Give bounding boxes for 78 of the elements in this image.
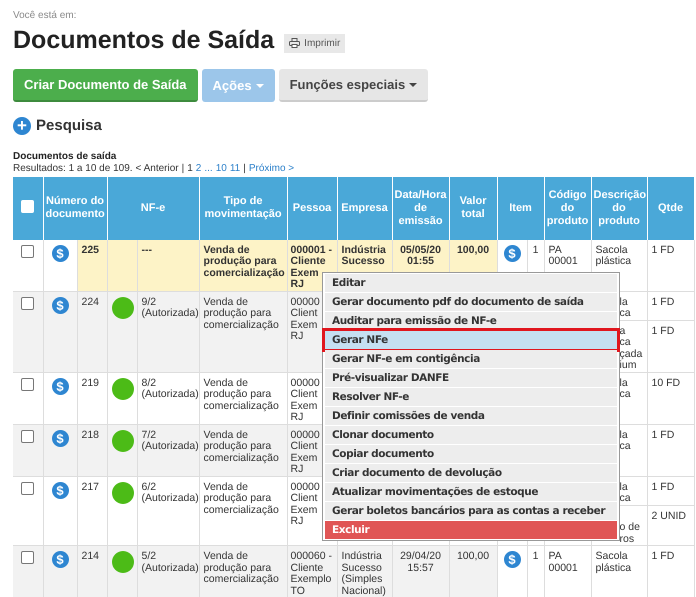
company: Indústria Sucesso (Simples Nacional) — [337, 546, 392, 597]
menu-item[interactable]: Editar — [325, 274, 617, 292]
printer-icon — [289, 38, 300, 48]
page-link[interactable]: 2 — [196, 162, 202, 174]
menu-item[interactable]: Definir comissões de venda — [325, 407, 617, 425]
dollar-icon[interactable]: $ — [52, 430, 68, 446]
product-description: Sacola plástica — [591, 546, 648, 597]
dollar-icon[interactable]: $ — [504, 244, 521, 262]
results-count: Resultados: 1 a 10 de 109. — [13, 162, 133, 174]
row-checkbox[interactable] — [21, 430, 34, 442]
quantity: 1 FD — [647, 424, 694, 476]
total-value: 100,00 — [449, 546, 498, 597]
separator: | — [243, 162, 246, 174]
menu-item[interactable]: Criar documento de devolução — [325, 464, 617, 482]
caret-icon — [256, 84, 264, 88]
menu-item[interactable]: Auditar para emissão de NF-e — [325, 312, 617, 330]
menu-item[interactable]: Copiar documento — [325, 445, 617, 463]
customer: 000060 - Cliente Exemplo TO — [287, 546, 338, 597]
page-link[interactable]: 10 — [216, 162, 227, 174]
document-number: 224 — [77, 291, 108, 372]
nfe-status: 7/2 (Autorizada) — [137, 424, 200, 476]
dollar-icon[interactable]: $ — [52, 378, 68, 394]
quantity: 2 UNID — [647, 505, 694, 546]
action-button[interactable]: Criar Documento de Saída — [13, 69, 198, 102]
movement-type: Venda de produção para comercialização — [199, 291, 288, 372]
page-title: Documentos de Saída — [13, 25, 274, 55]
document-number: 218 — [77, 424, 108, 476]
nfe-status: 9/2 (Autorizada) — [137, 291, 200, 372]
product-code: PA 00001 — [544, 546, 592, 597]
item-number: 1 — [527, 546, 544, 597]
page-link[interactable]: 11 — [230, 162, 240, 174]
next-link[interactable]: Próximo > — [248, 162, 294, 174]
dollar-icon[interactable]: $ — [52, 296, 68, 314]
quantity: 1 FD — [647, 291, 694, 320]
action-button[interactable]: Funções especiais — [278, 69, 428, 102]
quantity: 1 FD — [647, 240, 694, 291]
quantity: 1 FD — [647, 320, 694, 372]
document-number: 225 — [77, 240, 108, 291]
menu-item[interactable]: Pré-visualizar DANFE — [325, 369, 617, 387]
separator: | — [182, 162, 184, 174]
section-title: Documentos de saída — [13, 150, 118, 162]
issue-date: 29/04/20 15:57 — [392, 546, 450, 597]
document-number: 219 — [77, 372, 108, 424]
menu-item[interactable]: Gerar NF-e em contigência — [325, 350, 617, 368]
nfe-status: 5/2 (Autorizada) — [137, 546, 200, 597]
menu-item[interactable]: Gerar boletos bancários para as contas a receber — [325, 502, 617, 520]
row-checkbox[interactable] — [21, 296, 34, 310]
menu-item[interactable]: Gerar NFe — [325, 331, 617, 349]
menu-item[interactable]: Resolver NF-e — [325, 388, 617, 406]
dollar-icon[interactable]: $ — [52, 244, 68, 262]
row-checkbox[interactable] — [21, 378, 34, 390]
quantity: 10 FD — [647, 372, 694, 424]
row-checkbox[interactable] — [21, 482, 34, 494]
nfe-status: --- — [137, 240, 200, 291]
plus-icon[interactable]: + — [13, 117, 31, 136]
movement-type: Venda de produção para comercialização — [199, 240, 288, 291]
print-button[interactable]: Imprimir — [284, 34, 346, 52]
caret-icon — [409, 82, 418, 86]
page-link[interactable]: ... — [204, 162, 213, 174]
menu-item[interactable]: Atualizar movimentações de estoque — [325, 483, 617, 501]
nfe-status: 8/2 (Autorizada) — [137, 372, 200, 424]
search-toggle[interactable]: Pesquisa — [36, 115, 102, 138]
select-all-checkbox[interactable] — [21, 200, 34, 213]
dollar-icon[interactable]: $ — [504, 551, 521, 568]
quantity: 1 FD — [647, 476, 694, 505]
menu-item[interactable]: Excluir — [325, 521, 617, 539]
movement-type: Venda de produção para comercialização — [199, 546, 288, 597]
dollar-icon[interactable]: $ — [52, 551, 68, 568]
row-checkbox[interactable] — [21, 551, 34, 564]
menu-item[interactable]: Gerar documento pdf do documento de saída — [325, 293, 617, 311]
row-checkbox[interactable] — [21, 244, 34, 258]
breadcrumb: Você está em: — [13, 10, 78, 22]
menu-item[interactable]: Clonar documento — [325, 426, 617, 444]
movement-type: Venda de produção para comercialização — [199, 372, 288, 424]
dollar-icon[interactable]: $ — [52, 482, 68, 498]
movement-type: Venda de produção para comercialização — [199, 424, 288, 476]
quantity: 1 FD — [647, 546, 694, 597]
document-number: 214 — [77, 546, 108, 597]
